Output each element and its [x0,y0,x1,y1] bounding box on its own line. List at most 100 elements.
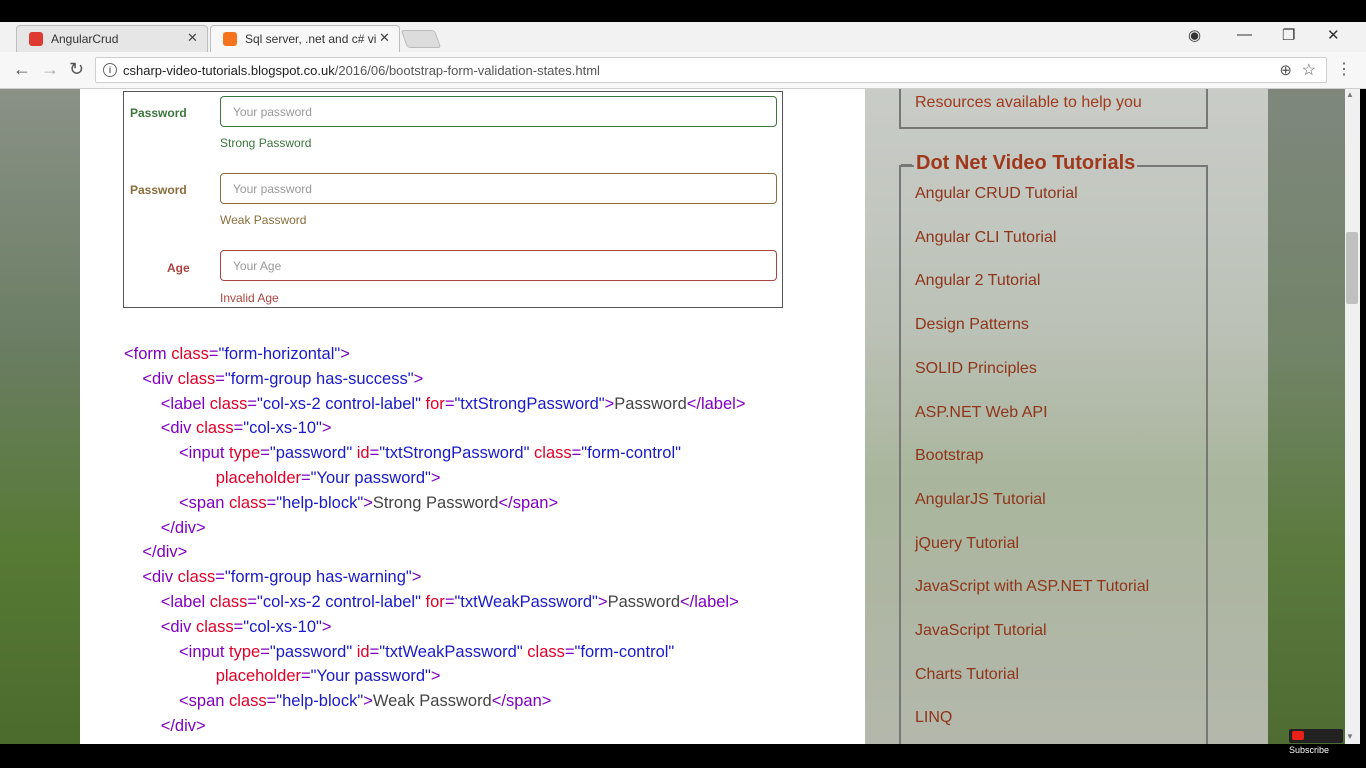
demo-form: Password Your password Strong Password P… [123,91,783,308]
sidebar-tutorial-link[interactable]: Angular CLI Tutorial [915,229,1056,247]
scrollbar-thumb[interactable] [1346,232,1358,304]
code-token: "col-xs-10" [243,419,322,438]
sidebar-tutorial-link[interactable]: Design Patterns [915,316,1029,334]
sidebar-tutorial-link[interactable]: Bootstrap [915,447,983,465]
code-token: = [444,592,455,611]
code-line: <span class="help-block">Strong Password… [124,491,745,516]
code-token: </label> [680,592,739,611]
code-token: > [321,419,332,438]
code-token: = [260,642,270,661]
code-token: > [430,468,441,487]
code-token: > [363,493,373,512]
blogger-icon [223,32,237,46]
code-token: = [564,642,575,661]
code-token: = [233,617,244,636]
age-input[interactable]: Your Age [220,250,777,281]
close-window-button[interactable]: ✕ [1327,26,1340,44]
code-token: "form-group has-success" [224,369,414,388]
code-token: = [215,568,225,587]
reload-icon[interactable]: ↻ [69,59,84,80]
restore-button[interactable]: ❐ [1282,26,1295,44]
sidebar-tutorial-link[interactable]: ASP.NET Web API [915,404,1048,422]
tab-sql-server[interactable]: Sql server, .net and c# vi ✕ [210,25,400,52]
scroll-up-icon[interactable]: ▲ [1346,90,1354,99]
code-token: <label [160,394,210,413]
age-label: Age [167,261,190,275]
code-token: class [229,493,267,512]
code-token: > [604,394,615,413]
forward-icon[interactable]: → [41,59,59,80]
account-icon[interactable]: ◉ [1188,26,1201,44]
scroll-down-icon[interactable]: ▼ [1346,732,1354,741]
code-token: "help-block" [276,493,364,512]
code-token: class [177,369,216,388]
back-icon[interactable]: ← [13,59,31,80]
code-token: <div [160,617,196,636]
code-token: Password [614,394,687,413]
code-sample: <form class="form-horizontal"> <div clas… [124,342,745,744]
sidebar-tutorial-link[interactable]: LINQ [915,709,952,727]
strong-password-input[interactable]: Your password [220,96,777,127]
code-token: </div> [160,716,206,735]
code-token: "Your password" [310,667,431,686]
code-token: for [425,394,445,413]
code-token: class [177,568,216,587]
code-token: = [444,394,455,413]
sidebar-tutorial-link[interactable]: AngularJS Tutorial [915,491,1046,509]
code-token: "col-xs-2 control-label" [257,592,426,611]
code-token: = [233,419,244,438]
sidebar-tutorial-link[interactable]: JavaScript with ASP.NET Tutorial [915,578,1149,596]
sidebar-tutorial-link[interactable]: JavaScript Tutorial [915,622,1047,640]
close-tab-icon[interactable]: ✕ [187,30,198,46]
code-token: <div [142,369,178,388]
weak-password-input[interactable]: Your password [220,173,777,204]
sidebar-tutorial-link[interactable]: Angular CRUD Tutorial [915,185,1078,203]
strong-password-label: Password [130,106,187,120]
browser-menu-icon[interactable]: ⋮ [1336,59,1352,79]
code-token: </div> [142,742,187,744]
code-line: <input type="password" id="txtWeakPasswo… [124,640,745,665]
code-token: class [229,692,267,711]
address-bar[interactable]: i csharp-video-tutorials.blogspot.co.uk/… [95,57,1327,83]
close-tab-icon[interactable]: ✕ [379,30,390,46]
code-token: = [247,592,258,611]
code-token: "txtWeakPassword" [379,642,528,661]
code-line: placeholder="Your password"> [124,466,745,491]
bookmark-star-icon[interactable]: ☆ [1302,60,1316,80]
subscribe-watermark[interactable]: Subscribe [1289,729,1343,755]
url-text[interactable]: csharp-video-tutorials.blogspot.co.uk/20… [123,63,600,78]
new-tab-button[interactable] [400,30,442,48]
code-line: </div> [124,714,745,739]
sidebar-tutorial-link[interactable]: SOLID Principles [915,360,1037,378]
code-line: placeholder="Your password"> [124,664,745,689]
resources-widget: Resources available to help you [899,89,1208,129]
site-info-icon[interactable]: i [103,63,117,77]
code-token: class [209,394,248,413]
code-token: class [534,444,572,463]
code-token: id [356,642,370,661]
browser-toolbar: ← → ↻ i csharp-video-tutorials.blogspot.… [0,52,1366,89]
resources-link[interactable]: Resources available to help you [915,94,1142,112]
minimize-button[interactable]: — [1237,26,1252,43]
zoom-icon[interactable]: ⊕ [1279,61,1292,79]
code-token: type [229,444,261,463]
tab-angularcrud[interactable]: AngularCrud ✕ [16,25,208,52]
url-host: csharp-video-tutorials.blogspot.co.uk [123,63,335,78]
sidebar-tutorial-link[interactable]: Charts Tutorial [915,666,1019,684]
sidebar-tutorial-link[interactable]: jQuery Tutorial [915,535,1019,553]
scrollbar[interactable] [1345,89,1360,744]
code-token: </div> [142,543,188,562]
sidebar-tutorial-link[interactable]: Angular 2 Tutorial [915,272,1040,290]
code-token: "Your password" [310,468,431,487]
code-token: "txtWeakPassword" [454,592,598,611]
code-token: <span [179,692,230,711]
